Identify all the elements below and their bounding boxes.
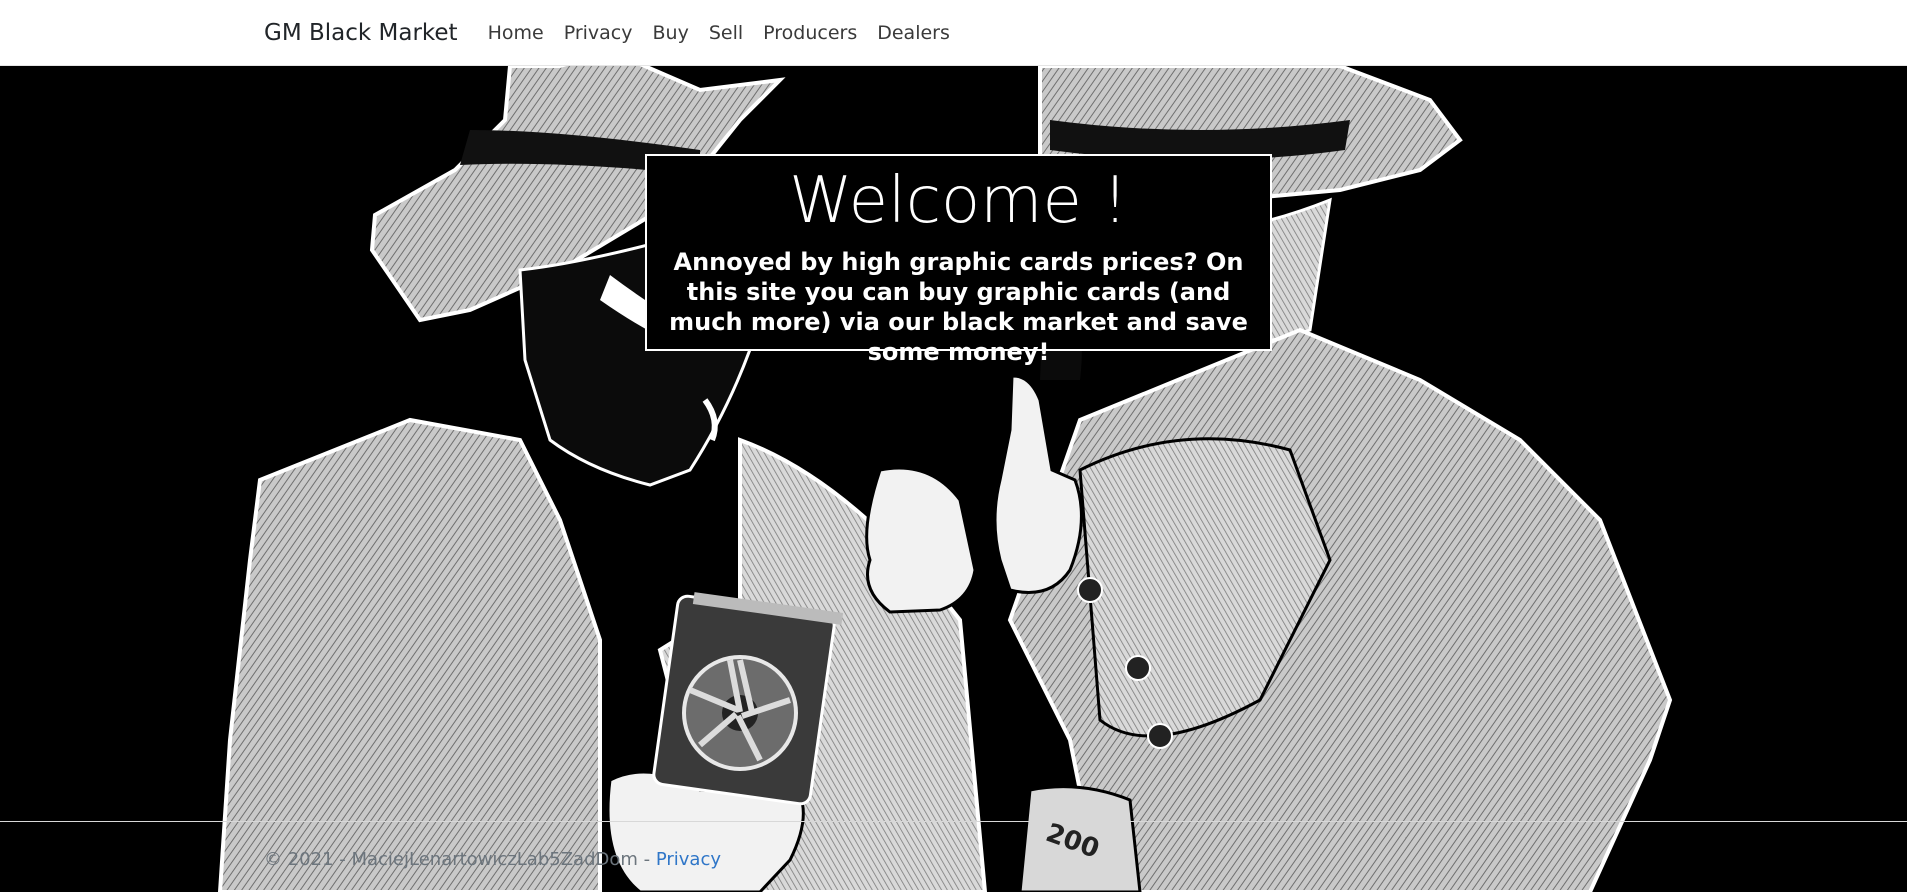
- nav-privacy[interactable]: Privacy: [564, 22, 633, 44]
- nav-producers[interactable]: Producers: [763, 22, 857, 44]
- brand-link[interactable]: GM Black Market: [264, 20, 458, 46]
- nav-buy[interactable]: Buy: [653, 22, 689, 44]
- copyright-text: © 2021 - MaciejLenartowiczLab5ZadDom -: [264, 849, 656, 870]
- hero-section: 200 Welcome ! Annoyed by high graphic ca…: [0, 66, 1907, 892]
- welcome-text: Annoyed by high graphic cards prices? On…: [669, 248, 1248, 366]
- footer-privacy-link[interactable]: Privacy: [656, 849, 721, 870]
- graphics-card-illustration: [652, 592, 844, 806]
- top-navbar: GM Black Market Home Privacy Buy Sell Pr…: [0, 0, 1907, 66]
- nav-home[interactable]: Home: [488, 22, 544, 44]
- welcome-box: Welcome ! Annoyed by high graphic cards …: [645, 154, 1272, 366]
- nav-dealers[interactable]: Dealers: [877, 22, 950, 44]
- footer: © 2021 - MaciejLenartowiczLab5ZadDom - P…: [0, 821, 1907, 892]
- footer-text: © 2021 - MaciejLenartowiczLab5ZadDom - P…: [264, 849, 721, 870]
- nav-sell[interactable]: Sell: [709, 22, 743, 44]
- welcome-title: Welcome !: [789, 164, 1128, 238]
